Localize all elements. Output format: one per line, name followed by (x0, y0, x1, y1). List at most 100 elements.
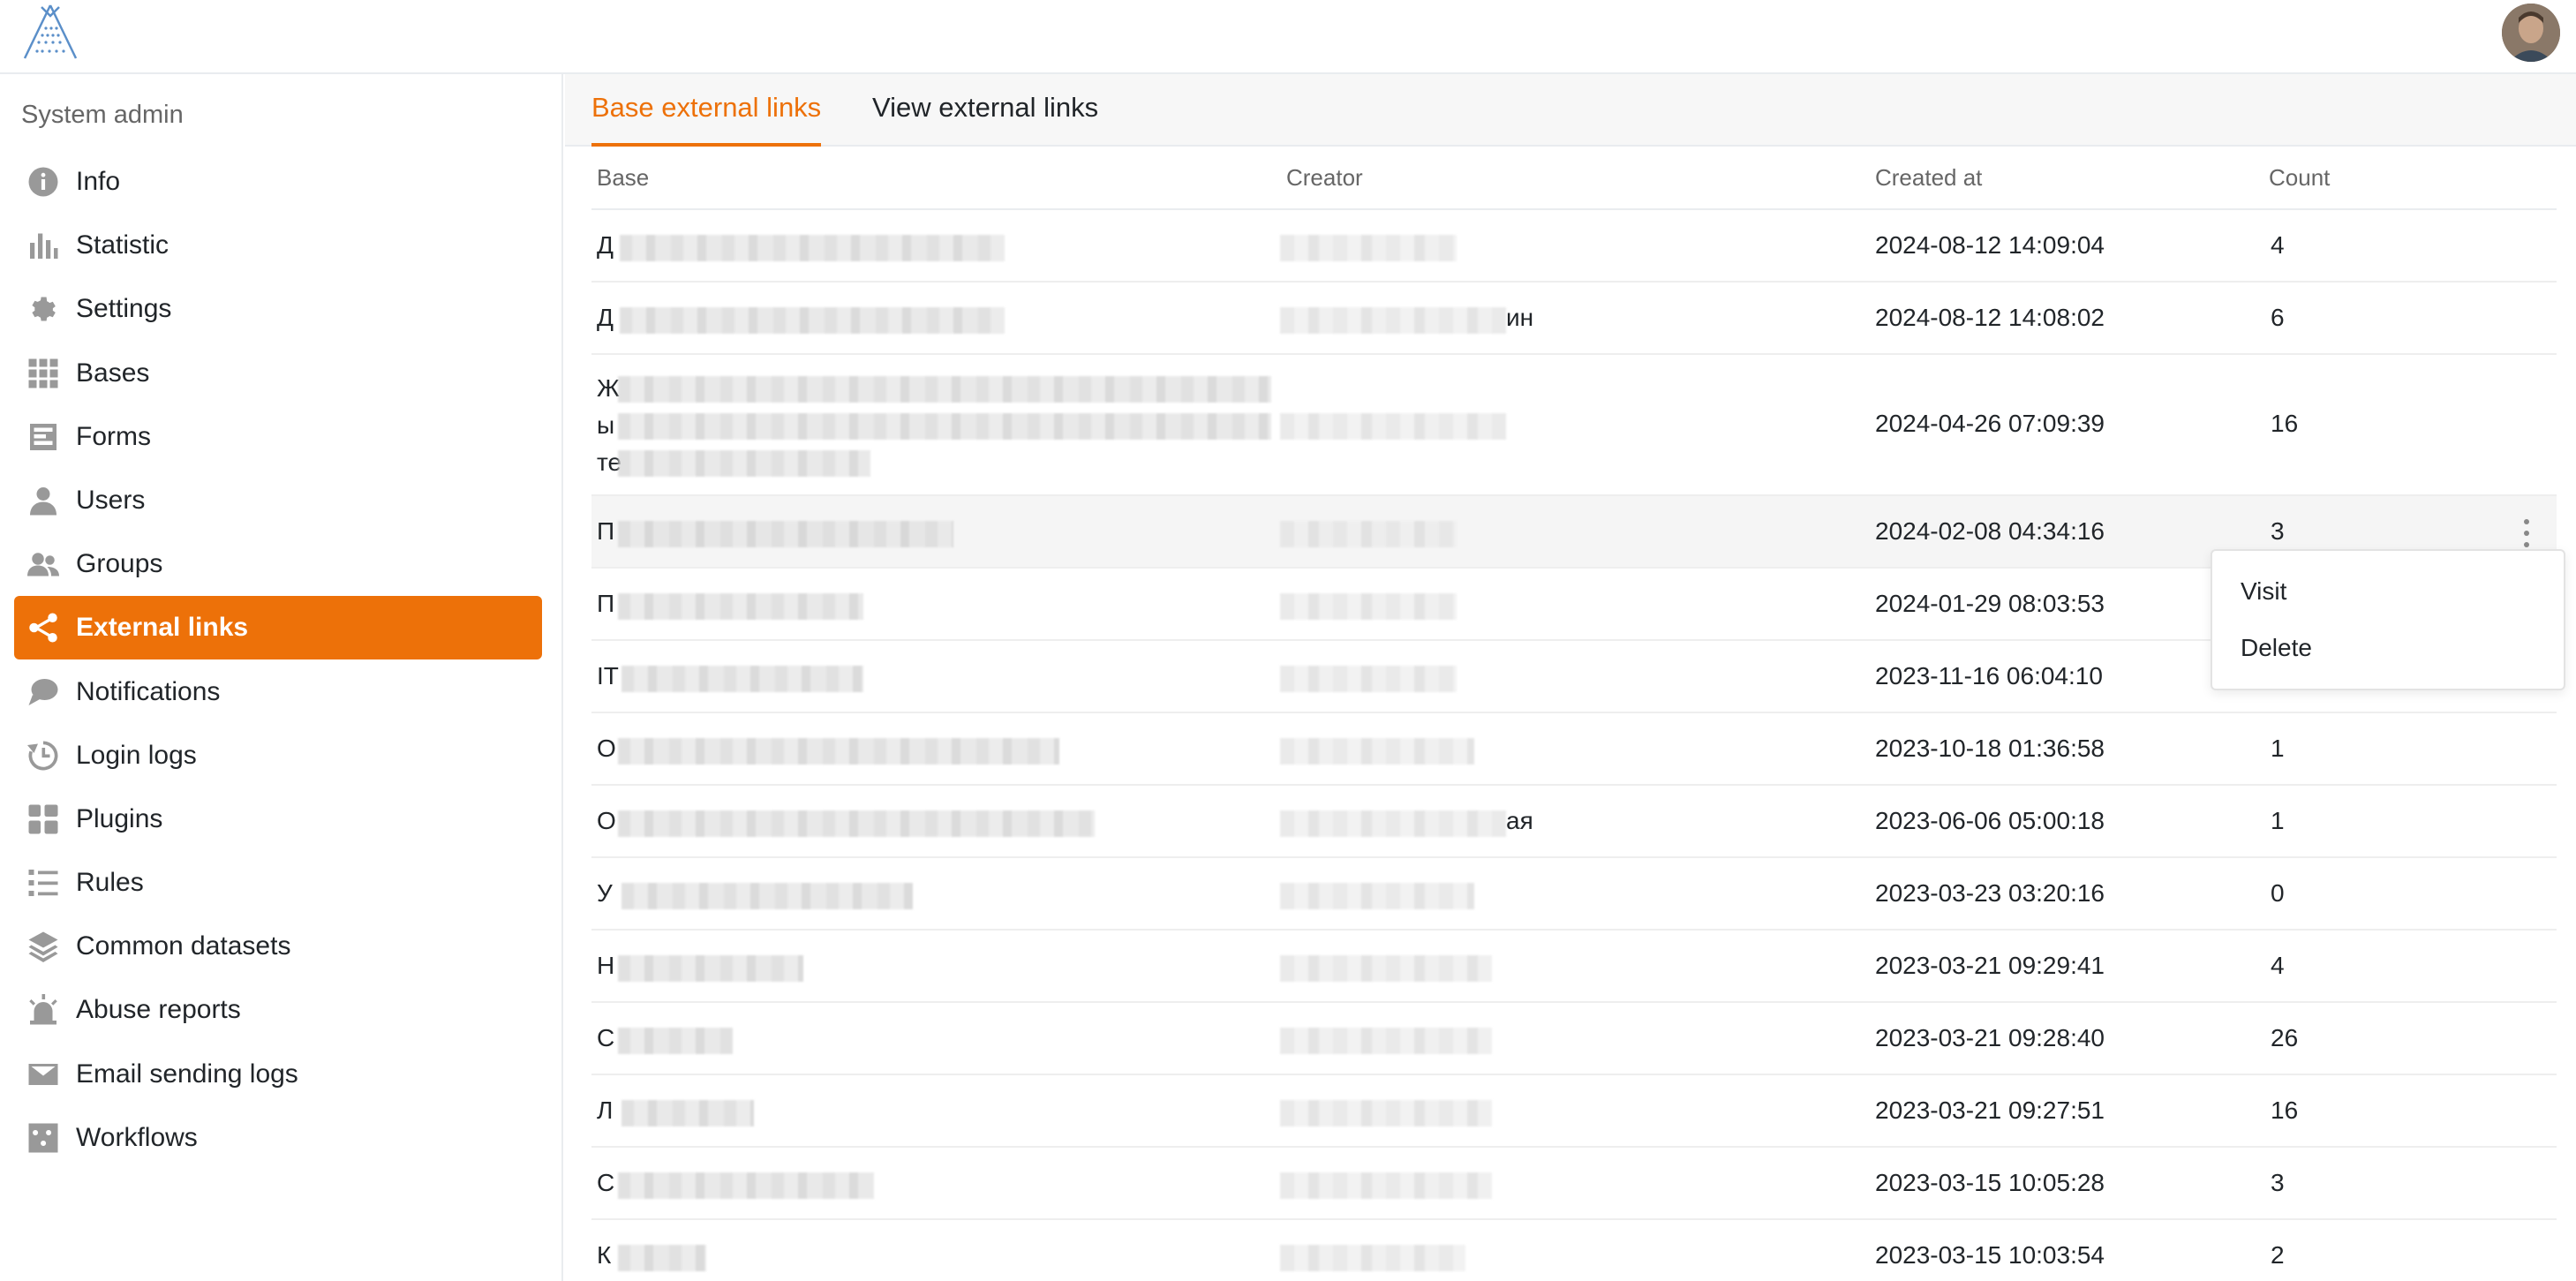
cell-created-at: 2024-02-08 04:34:16 (1875, 517, 2105, 545)
info-icon (26, 165, 60, 199)
logo[interactable] (19, 4, 81, 60)
table-row[interactable]: О 2023-10-18 01:36:58 1 (591, 713, 2557, 786)
sidebar-item-label: Email sending logs (76, 1059, 298, 1089)
cell-base: О (597, 807, 616, 834)
sidebar-item-users[interactable]: Users (14, 469, 542, 532)
redacted-base (618, 376, 1271, 403)
sidebar-item-notifications[interactable]: Notifications (14, 660, 542, 724)
column-header-creator[interactable]: Creator (1286, 164, 1363, 192)
sidebar-item-label: Abuse reports (76, 995, 241, 1025)
sidebar-item-email-sending-logs[interactable]: Email sending logs (14, 1043, 542, 1106)
cell-creator: ая (1506, 807, 1533, 834)
sidebar-item-rules[interactable]: Rules (14, 851, 542, 915)
redacted-base (618, 955, 803, 982)
menu-item-visit[interactable]: Visit (2241, 577, 2286, 606)
cell-base: С (597, 1024, 615, 1051)
redacted-base (618, 1245, 706, 1271)
cell-created-at: 2023-10-18 01:36:58 (1875, 735, 2105, 762)
cell-created-at: 2023-03-21 09:27:51 (1875, 1096, 2105, 1124)
more-options-icon[interactable] (2516, 516, 2537, 551)
cell-base: Д (597, 304, 614, 331)
redacted-creator (1280, 1245, 1465, 1271)
sidebar-item-label: Users (76, 485, 146, 515)
redacted-base (620, 235, 1005, 261)
table-row[interactable]: О ая 2023-06-06 05:00:18 1 (591, 786, 2557, 858)
cell-base: Л (597, 1096, 614, 1124)
cell-count: 16 (2271, 410, 2299, 437)
redacted-base (621, 666, 863, 692)
table-row[interactable]: Н 2023-03-21 09:29:41 4 (591, 931, 2557, 1003)
redacted-base (620, 307, 1005, 334)
sidebar-item-label: Settings (76, 294, 172, 324)
cell-count: 26 (2271, 1024, 2299, 1051)
table-header: Base Creator Created at Count (591, 147, 2557, 210)
table-row[interactable]: Д 2024-08-12 14:09:04 4 (591, 210, 2557, 283)
cell-creator: ин (1506, 304, 1534, 331)
cell-base: К (597, 1241, 612, 1269)
tab-bar: Base external links View external links (565, 74, 2576, 147)
cell-base: Д (597, 231, 614, 259)
sidebar-item-external-links[interactable]: External links (14, 596, 542, 660)
redacted-creator (1280, 738, 1474, 765)
tab-view-external-links[interactable]: View external links (872, 92, 1098, 147)
sidebar-item-abuse-reports[interactable]: Abuse reports (14, 978, 542, 1042)
table-row[interactable]: С 2023-03-15 10:05:28 3 (591, 1148, 2557, 1220)
cell-base: Ж (597, 374, 620, 402)
cell-base: П (597, 590, 615, 617)
table-row[interactable]: Д ин 2024-08-12 14:08:02 6 (591, 283, 2557, 355)
redacted-base (618, 413, 1271, 440)
sidebar-item-login-logs[interactable]: Login logs (14, 724, 542, 787)
sidebar-item-label: Workflows (76, 1122, 198, 1152)
redacted-creator (1280, 235, 1457, 261)
cell-created-at: 2023-11-16 06:04:10 (1875, 662, 2103, 689)
sidebar-item-settings[interactable]: Settings (14, 277, 542, 341)
top-header (0, 0, 2576, 74)
redacted-creator (1280, 521, 1457, 547)
redacted-base (621, 883, 913, 909)
group-icon (26, 547, 60, 581)
cell-base: О (597, 735, 616, 762)
cell-created-at: 2023-03-23 03:20:16 (1875, 879, 2105, 907)
sidebar-item-label: Plugins (76, 803, 163, 833)
table-row[interactable]: Ж ы те 2024-04-26 07:09:39 16 (591, 355, 2557, 496)
cell-created-at: 2024-04-26 07:09:39 (1875, 410, 2105, 437)
sidebar-item-label: Groups (76, 549, 163, 579)
sidebar-item-info[interactable]: Info (14, 150, 542, 214)
form-icon (26, 420, 60, 454)
sidebar-item-workflows[interactable]: Workflows (14, 1106, 542, 1170)
table-row[interactable]: К 2023-03-15 10:03:54 2 (591, 1220, 2557, 1281)
sidebar-item-forms[interactable]: Forms (14, 405, 542, 469)
redacted-creator (1280, 307, 1506, 334)
sidebar-item-label: Statistic (76, 230, 169, 260)
sidebar-item-common-datasets[interactable]: Common datasets (14, 915, 542, 978)
sidebar-item-label: Forms (76, 421, 151, 451)
redacted-base (618, 1028, 733, 1054)
cell-created-at: 2024-08-12 14:08:02 (1875, 304, 2105, 331)
avatar[interactable] (2502, 4, 2560, 62)
sidebar-item-groups[interactable]: Groups (14, 532, 542, 596)
column-header-created-at[interactable]: Created at (1875, 164, 1982, 192)
sidebar-item-bases[interactable]: Bases (14, 342, 542, 405)
cell-base: Н (597, 952, 615, 979)
column-header-count[interactable]: Count (2269, 164, 2330, 192)
tab-base-external-links[interactable]: Base external links (591, 92, 822, 147)
table-row[interactable]: У 2023-03-23 03:20:16 0 (591, 858, 2557, 931)
sidebar-item-plugins[interactable]: Plugins (14, 787, 542, 851)
redacted-creator (1280, 593, 1457, 620)
gear-icon (26, 292, 60, 326)
redacted-creator (1280, 1172, 1492, 1199)
table-row[interactable]: Л 2023-03-21 09:27:51 16 (591, 1075, 2557, 1148)
column-header-base[interactable]: Base (597, 164, 649, 192)
logo-icon (23, 4, 78, 59)
table-row[interactable]: С 2023-03-21 09:28:40 26 (591, 1003, 2557, 1075)
redacted-base (618, 450, 870, 477)
sidebar-item-label: Info (76, 167, 121, 196)
sidebar-item-statistic[interactable]: Statistic (14, 214, 542, 277)
sidebar-title: System admin (21, 101, 184, 129)
sidebar-item-label: Common datasets (76, 931, 291, 961)
mail-icon (26, 1058, 60, 1091)
grid-icon (26, 357, 60, 390)
cell-base: У (597, 879, 613, 907)
menu-item-delete[interactable]: Delete (2241, 634, 2312, 662)
cell-created-at: 2023-06-06 05:00:18 (1875, 807, 2105, 834)
